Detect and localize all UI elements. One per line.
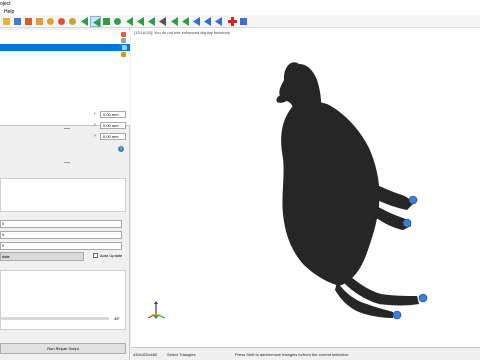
select-blue-3-icon[interactable] — [213, 16, 224, 27]
number-field-2[interactable]: 0 — [0, 231, 122, 239]
grid-icon[interactable] — [12, 16, 23, 27]
settings-gear-icon[interactable] — [45, 16, 56, 27]
offset-y-input[interactable]: 0.00 mm — [100, 122, 126, 129]
model-ear — [276, 94, 289, 103]
select-blue-2-icon[interactable] — [202, 16, 213, 27]
angle-value: 45° — [114, 316, 121, 321]
flag-right-icon[interactable] — [157, 16, 168, 27]
splitter-handle-2[interactable] — [64, 162, 70, 163]
slider-group: 45° — [0, 270, 126, 330]
window-title: oject — [0, 1, 11, 7]
flag-mid-icon[interactable] — [146, 16, 157, 27]
part-icon[interactable] — [238, 16, 249, 27]
export-icon[interactable] — [34, 16, 45, 27]
offset-z-input[interactable]: 0.00 mm — [100, 133, 126, 140]
number-field-1[interactable]: 0 — [0, 220, 122, 228]
gray-status-icon — [121, 38, 126, 43]
open-file-icon[interactable] — [1, 16, 12, 27]
select-triangle-icon[interactable] — [90, 16, 101, 27]
offset-x-row: › 0.00 mm — [0, 111, 130, 119]
status-mode: Select Triangles — [167, 352, 196, 357]
update-button[interactable]: date — [0, 252, 84, 261]
app-window: oject Help ✓ › 0.00 mm › 0.00 mm › 0.00 … — [0, 0, 480, 360]
hoof-2 — [402, 218, 412, 228]
red-status-icon — [121, 32, 126, 37]
hoof-1 — [408, 195, 418, 205]
select-mid-icon[interactable] — [180, 16, 191, 27]
toolbar — [0, 15, 480, 28]
hoof-3 — [418, 293, 428, 303]
run-repair-script-button[interactable]: Run Repair Script — [0, 343, 126, 354]
arrow-left-icon[interactable] — [79, 16, 90, 27]
offset-y-arrow: › — [94, 122, 96, 128]
axes-gizmo-icon — [147, 301, 166, 319]
select-blue-1-icon[interactable] — [191, 16, 202, 27]
info-group — [0, 178, 126, 212]
hoof-4 — [392, 310, 402, 320]
orange-part-icon — [121, 52, 126, 57]
model-body — [281, 101, 380, 286]
part-status-icon — [122, 45, 127, 50]
title-bar: oject — [0, 0, 480, 8]
circle-select-icon[interactable] — [112, 16, 123, 27]
color-wheel-icon[interactable] — [56, 16, 67, 27]
number-field-3[interactable]: 0 — [0, 242, 122, 250]
shrink-icon[interactable] — [124, 16, 135, 27]
sheep-model[interactable] — [131, 28, 480, 347]
auto-update-label: Auto Update — [100, 253, 123, 258]
offset-z-row: › 0.00 mm — [0, 133, 130, 141]
select-left-icon[interactable] — [169, 16, 180, 27]
offset-y-row: › 0.00 mm — [0, 122, 130, 130]
flag-left-icon[interactable] — [135, 16, 146, 27]
offset-x-input[interactable]: 0.00 mm — [100, 111, 126, 118]
rotate-icon[interactable] — [101, 16, 112, 27]
offset-x-arrow: › — [94, 111, 96, 117]
add-red-cross-icon[interactable] — [227, 16, 238, 27]
angle-slider[interactable] — [1, 317, 109, 320]
tree-row-selected[interactable] — [0, 44, 130, 51]
auto-update-checkbox[interactable] — [93, 253, 98, 258]
status-hint: Press Shift to add/remove triangles to/f… — [235, 352, 350, 357]
left-panel: ✓ › 0.00 mm › 0.00 mm › 0.00 mm ? 0 0 0 … — [0, 28, 130, 360]
menu-bar: Help — [0, 8, 480, 15]
magnifier-icon[interactable] — [67, 16, 78, 27]
status-bar: 430x420x480 Select Triangles Press Shift… — [131, 347, 480, 360]
3d-viewport[interactable]: [13:16:25]: You do not use enhanced disp… — [131, 28, 480, 347]
offset-z-arrow: › — [94, 133, 96, 139]
help-icon[interactable]: ? — [118, 146, 124, 152]
import-icon[interactable] — [23, 16, 34, 27]
status-resolution: 430x420x480 — [133, 352, 158, 357]
